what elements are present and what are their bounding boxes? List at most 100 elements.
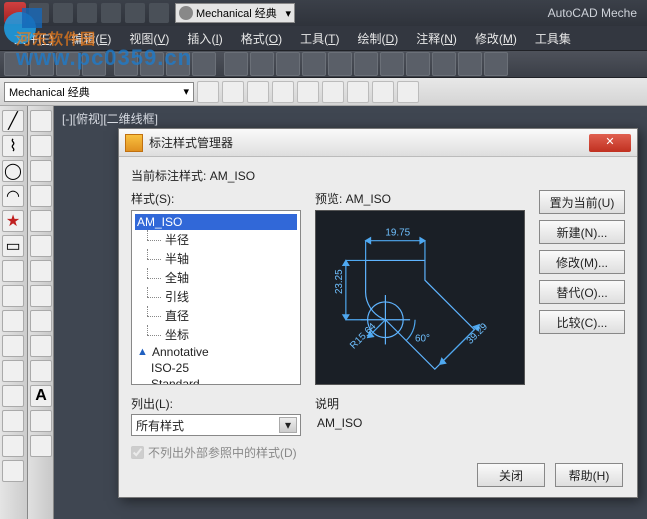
menu-annotate[interactable]: 注释(N)	[408, 28, 465, 49]
dialog-titlebar[interactable]: 标注样式管理器 ✕	[119, 129, 637, 157]
toolb-4[interactable]	[30, 185, 52, 207]
toolb-5[interactable]	[30, 210, 52, 232]
tool-a[interactable]	[2, 260, 24, 282]
toolb-7[interactable]	[30, 260, 52, 282]
close-button[interactable]: 关闭	[477, 463, 545, 487]
dialog-close-button[interactable]: ✕	[589, 134, 631, 152]
toolb-14[interactable]	[30, 435, 52, 457]
toolb-10[interactable]	[30, 335, 52, 357]
tool-line-icon[interactable]: ╱	[2, 110, 24, 132]
style-item-halfaxis[interactable]: 半轴	[135, 249, 297, 268]
style-item-iso25[interactable]: ISO-25	[135, 360, 297, 376]
left-toolbar-a: ╱ ⌇ ◯ ◠ ★ ▭	[0, 106, 28, 519]
tool-e[interactable]	[2, 360, 24, 382]
preview-label: 预览: AM_ISO	[315, 190, 525, 207]
toolb-11[interactable]	[30, 360, 52, 382]
qat-undo-icon[interactable]	[101, 3, 121, 23]
tb-btn-16[interactable]	[406, 52, 430, 76]
tb-btn-19[interactable]	[484, 52, 508, 76]
current-style-label: 当前标注样式:	[131, 169, 206, 183]
tb-btn-11[interactable]	[276, 52, 300, 76]
tb-btn-12[interactable]	[302, 52, 326, 76]
xref-checkbox	[131, 446, 144, 459]
toolb-13[interactable]	[30, 410, 52, 432]
tb-btn-13[interactable]	[328, 52, 352, 76]
modify-button[interactable]: 修改(M)...	[539, 250, 625, 274]
qat-redo-icon[interactable]	[125, 3, 145, 23]
tb-btn-17[interactable]	[432, 52, 456, 76]
toolb-8[interactable]	[30, 285, 52, 307]
style-item-diameter[interactable]: 直径	[135, 306, 297, 325]
workspace-dropdown[interactable]: Mechanical 经典 ▾	[175, 3, 295, 23]
list-filter-dropdown[interactable]: 所有样式	[131, 414, 301, 436]
qat-open-icon[interactable]	[53, 3, 73, 23]
style-item-fullaxis[interactable]: 全轴	[135, 268, 297, 287]
tb2-btn-7[interactable]	[347, 81, 369, 103]
style-item-ordinate[interactable]: 坐标	[135, 325, 297, 344]
tool-h[interactable]	[2, 435, 24, 457]
styles-label: 样式(S):	[131, 190, 301, 207]
tool-pline-icon[interactable]: ⌇	[2, 135, 24, 157]
tb2-btn-9[interactable]	[397, 81, 419, 103]
tool-f[interactable]	[2, 385, 24, 407]
layer-dropdown[interactable]: Mechanical 经典 ▾	[4, 82, 194, 102]
style-item-annotative[interactable]: ▲Annotative	[135, 344, 297, 360]
tb2-btn-5[interactable]	[297, 81, 319, 103]
tb2-btn-4[interactable]	[272, 81, 294, 103]
tb-btn-15[interactable]	[380, 52, 404, 76]
toolb-3[interactable]	[30, 160, 52, 182]
override-button[interactable]: 替代(O)...	[539, 280, 625, 304]
qat-print-icon[interactable]	[149, 3, 169, 23]
tb2-btn-8[interactable]	[372, 81, 394, 103]
compare-button[interactable]: 比较(C)...	[539, 310, 625, 334]
tool-i[interactable]	[2, 460, 24, 482]
help-button[interactable]: 帮助(H)	[555, 463, 623, 487]
dialog-title-text: 标注样式管理器	[149, 134, 589, 151]
menu-toolset[interactable]: 工具集	[527, 28, 579, 49]
tool-g[interactable]	[2, 410, 24, 432]
tb-btn-8[interactable]	[192, 52, 216, 76]
preview-pane: 19.75 23.25 R15.64 60° 39.29	[315, 210, 525, 385]
tool-rect-icon[interactable]: ▭	[2, 235, 24, 257]
tb2-btn-3[interactable]	[247, 81, 269, 103]
tool-star-icon[interactable]: ★	[2, 210, 24, 232]
tool-b[interactable]	[2, 285, 24, 307]
tb-btn-14[interactable]	[354, 52, 378, 76]
description-box: AM_ISO	[315, 414, 525, 464]
xref-checkbox-label: 不列出外部参照中的样式(D)	[148, 444, 297, 461]
tool-d[interactable]	[2, 335, 24, 357]
menu-format[interactable]: 格式(O)	[233, 28, 290, 49]
xref-checkbox-row: 不列出外部参照中的样式(D)	[131, 444, 301, 461]
tool-arc-icon[interactable]: ◠	[2, 185, 24, 207]
toolbar-light: Mechanical 经典 ▾	[0, 78, 647, 106]
set-current-button[interactable]: 置为当前(U)	[539, 190, 625, 214]
menu-draw[interactable]: 绘制(D)	[350, 28, 407, 49]
tool-c[interactable]	[2, 310, 24, 332]
tb-btn-18[interactable]	[458, 52, 482, 76]
toolb-1[interactable]	[30, 110, 52, 132]
style-item-radius[interactable]: 半径	[135, 230, 297, 249]
tb-btn-10[interactable]	[250, 52, 274, 76]
dim-angle: 60°	[415, 333, 430, 344]
menu-tools[interactable]: 工具(T)	[292, 28, 347, 49]
toolb-6[interactable]	[30, 235, 52, 257]
tb2-btn-2[interactable]	[222, 81, 244, 103]
style-item-am-iso[interactable]: AM_ISO	[135, 214, 297, 230]
menu-modify[interactable]: 修改(M)	[467, 28, 525, 49]
tool-circle-icon[interactable]: ◯	[2, 160, 24, 182]
new-button[interactable]: 新建(N)...	[539, 220, 625, 244]
styles-listbox[interactable]: AM_ISO 半径 半轴 全轴 引线 直径 坐标 ▲Annotative ISO…	[131, 210, 301, 385]
tb-btn-9[interactable]	[224, 52, 248, 76]
style-item-leader[interactable]: 引线	[135, 287, 297, 306]
dialog-body: 当前标注样式: AM_ISO 样式(S): AM_ISO 半径 半轴 全轴 引线…	[119, 157, 637, 497]
tb2-btn-1[interactable]	[197, 81, 219, 103]
dim-radius: R15.64	[348, 321, 379, 352]
watermark-text: 河东软件园 www.pc0359.cn	[16, 28, 192, 71]
tb2-btn-6[interactable]	[322, 81, 344, 103]
toolb-2[interactable]	[30, 135, 52, 157]
toolb-text-icon[interactable]: A	[30, 385, 52, 407]
toolb-9[interactable]	[30, 310, 52, 332]
qat-save-icon[interactable]	[77, 3, 97, 23]
viewport-label[interactable]: [-][俯视][二维线框]	[62, 110, 158, 127]
style-item-standard[interactable]: Standard	[135, 376, 297, 385]
